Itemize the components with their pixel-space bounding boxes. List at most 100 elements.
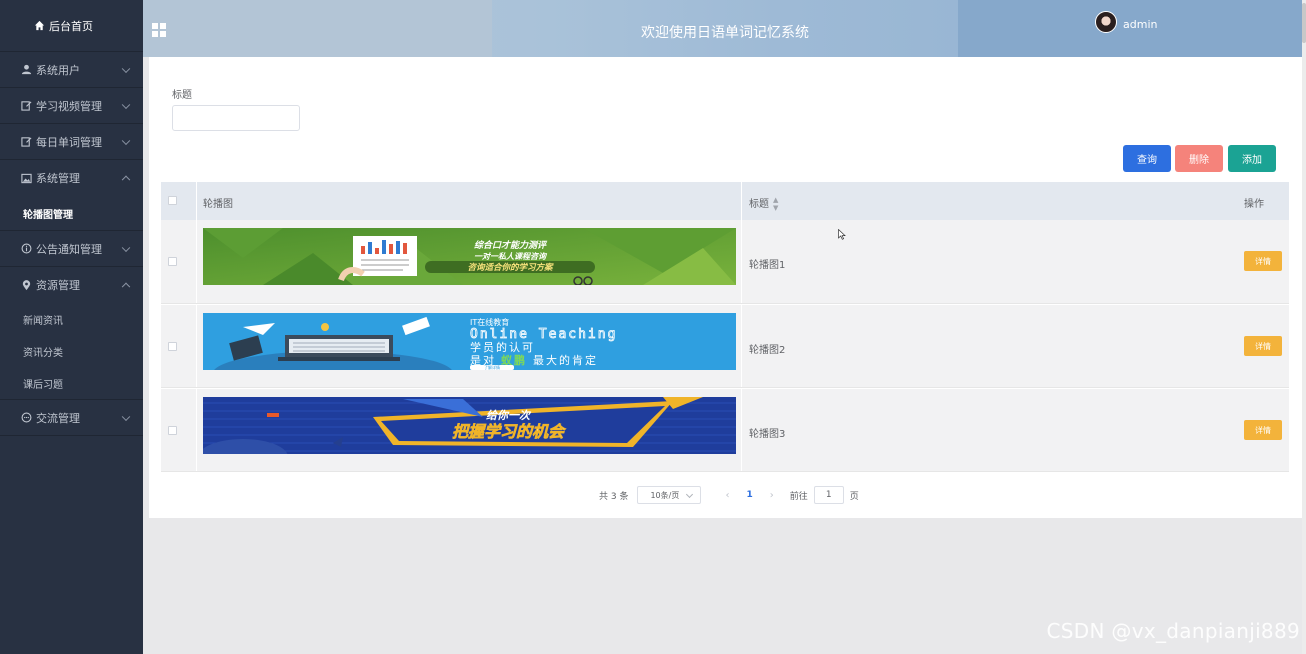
- content-card: 标题 查询 删除 添加 轮播图 标题 ▲ ▼ 操作 综合口才能力测评 一对一私人…: [149, 57, 1302, 518]
- goto-page-input[interactable]: 1: [813, 486, 844, 504]
- banner-text: Online Teaching: [470, 327, 617, 342]
- column-header-actions: 操作: [1244, 199, 1264, 210]
- chevron-down-icon: [121, 243, 131, 252]
- chevron-down-icon: [121, 136, 131, 145]
- banner-text: 学员的认可: [470, 340, 535, 354]
- sidebar-item-label: 每日单词管理: [36, 135, 102, 149]
- column-divider: [196, 389, 197, 471]
- banner-text: 综合口才能力测评: [474, 240, 548, 251]
- sort-icon[interactable]: ▲ ▼: [773, 196, 778, 212]
- menu-toggle-icon[interactable]: [152, 23, 166, 37]
- carousel-table: 轮播图 标题 ▲ ▼ 操作 综合口才能力测评 一对一私人课程咨询 咨询适合你的学…: [161, 182, 1289, 472]
- detail-button[interactable]: 详情: [1244, 420, 1282, 440]
- sidebar-subitem-news[interactable]: 新闻资讯: [0, 303, 143, 335]
- banner-text: 把握学习的机会: [452, 422, 567, 441]
- column-divider: [196, 220, 197, 303]
- sidebar: 后台首页 系统用户 学习视频管理 每日单词管理 系统管理 轮播图管理 公告通知管…: [0, 0, 143, 654]
- column-header-title[interactable]: 标题 ▲ ▼: [749, 195, 778, 212]
- page-number[interactable]: 1: [746, 490, 752, 500]
- carousel-image: IT在线教育 Online Teaching 学员的认可 是对 蚁鹏 最大的肯定…: [203, 313, 736, 370]
- picture-icon: [20, 172, 32, 184]
- avatar[interactable]: [1095, 11, 1117, 33]
- top-header: 欢迎使用日语单词记忆系统 admin: [143, 0, 1306, 57]
- edit-icon: [20, 100, 32, 112]
- goto-label: 前往: [789, 491, 808, 502]
- sidebar-subitem-exercises[interactable]: 课后习题: [0, 367, 143, 399]
- banner-text: 咨询适合你的学习方案: [467, 262, 554, 273]
- sidebar-item-label: 交流管理: [36, 411, 80, 425]
- banner-text: 蚁鹏: [501, 353, 527, 367]
- page-size-select[interactable]: 10条/页: [637, 486, 702, 504]
- sidebar-group-system: 系统管理 轮播图管理: [0, 160, 143, 231]
- sidebar-item-announcements[interactable]: 公告通知管理: [0, 231, 143, 267]
- banner-text: 给你一次: [486, 409, 532, 422]
- column-divider: [741, 305, 742, 387]
- column-header-image: 轮播图: [203, 199, 233, 210]
- page-suffix: 页: [849, 491, 859, 502]
- table-header: 轮播图 标题 ▲ ▼ 操作: [161, 182, 1289, 220]
- row-checkbox[interactable]: [168, 257, 177, 266]
- sidebar-item-video-management[interactable]: 学习视频管理: [0, 88, 143, 124]
- column-divider: [741, 182, 742, 220]
- sidebar-item-label: 系统用户: [36, 63, 80, 77]
- column-divider: [196, 305, 197, 387]
- mouse-cursor-icon: [838, 229, 846, 240]
- home-icon: [33, 20, 45, 32]
- sidebar-item-label: 后台首页: [49, 19, 93, 33]
- table-row: 综合口才能力测评 一对一私人课程咨询 咨询适合你的学习方案 轮播图1 详情: [161, 220, 1289, 304]
- title-filter-input[interactable]: [172, 105, 300, 131]
- row-title: 轮播图1: [749, 260, 786, 271]
- row-title: 轮播图2: [749, 345, 786, 356]
- sidebar-item-label: 公告通知管理: [36, 242, 102, 256]
- column-divider: [196, 182, 197, 220]
- vertical-scrollbar[interactable]: [1302, 0, 1306, 654]
- sidebar-item-home[interactable]: 后台首页: [0, 0, 143, 52]
- title-filter-label: 标题: [172, 90, 192, 101]
- user-icon: [20, 64, 32, 76]
- query-button[interactable]: 查询: [1123, 145, 1171, 172]
- detail-button[interactable]: 详情: [1244, 336, 1282, 356]
- table-row: 给你一次 把握学习的机会 轮播图3 详情: [161, 388, 1289, 472]
- chevron-up-icon: [121, 282, 131, 292]
- location-icon: [20, 279, 32, 291]
- carousel-image: 综合口才能力测评 一对一私人课程咨询 咨询适合你的学习方案: [203, 228, 736, 285]
- watermark: CSDN @vx_danpianji889: [1046, 619, 1300, 643]
- delete-button[interactable]: 删除: [1175, 145, 1223, 172]
- row-checkbox[interactable]: [168, 426, 177, 435]
- chevron-down-icon: [121, 412, 131, 421]
- scrollbar-thumb[interactable]: [1302, 3, 1306, 43]
- chevron-up-icon: [121, 175, 131, 185]
- chat-icon: [20, 412, 32, 424]
- row-title: 轮播图3: [749, 429, 786, 440]
- chevron-down-icon: [121, 64, 131, 73]
- sidebar-item-system-management[interactable]: 系统管理: [0, 160, 143, 196]
- sidebar-item-daily-words[interactable]: 每日单词管理: [0, 124, 143, 160]
- banner-text: 最大的肯定: [533, 353, 598, 367]
- username-label[interactable]: admin: [1123, 18, 1157, 31]
- banner-text: 了解详情: [484, 364, 500, 370]
- sidebar-item-label: 学习视频管理: [36, 99, 102, 113]
- row-checkbox[interactable]: [168, 342, 177, 351]
- prev-page-icon[interactable]: ‹: [725, 490, 729, 501]
- carousel-image: 给你一次 把握学习的机会: [203, 397, 736, 454]
- select-all-checkbox[interactable]: [168, 196, 177, 205]
- sidebar-subitem-news-category[interactable]: 资讯分类: [0, 335, 143, 367]
- info-icon: [20, 243, 32, 255]
- table-row: IT在线教育 Online Teaching 学员的认可 是对 蚁鹏 最大的肯定…: [161, 304, 1289, 388]
- page-title: 欢迎使用日语单词记忆系统: [641, 25, 809, 41]
- chevron-down-icon: [121, 100, 131, 109]
- sidebar-item-communication[interactable]: 交流管理: [0, 400, 143, 436]
- edit-icon: [20, 136, 32, 148]
- sidebar-group-resources: 资源管理 新闻资讯 资讯分类 课后习题: [0, 267, 143, 400]
- sidebar-item-resources[interactable]: 资源管理: [0, 267, 143, 303]
- banner-text: IT在线教育: [470, 317, 509, 327]
- next-page-icon[interactable]: ›: [770, 490, 774, 501]
- sidebar-item-label: 系统管理: [36, 172, 80, 185]
- column-divider: [741, 389, 742, 471]
- pagination: 共 3 条 10条/页 ‹ 1 › 前往 1 页: [599, 486, 859, 504]
- sidebar-subitem-carousel[interactable]: 轮播图管理: [0, 196, 143, 230]
- detail-button[interactable]: 详情: [1244, 251, 1282, 271]
- column-header-title-text: 标题: [749, 199, 769, 210]
- sidebar-item-system-users[interactable]: 系统用户: [0, 52, 143, 88]
- add-button[interactable]: 添加: [1228, 145, 1276, 172]
